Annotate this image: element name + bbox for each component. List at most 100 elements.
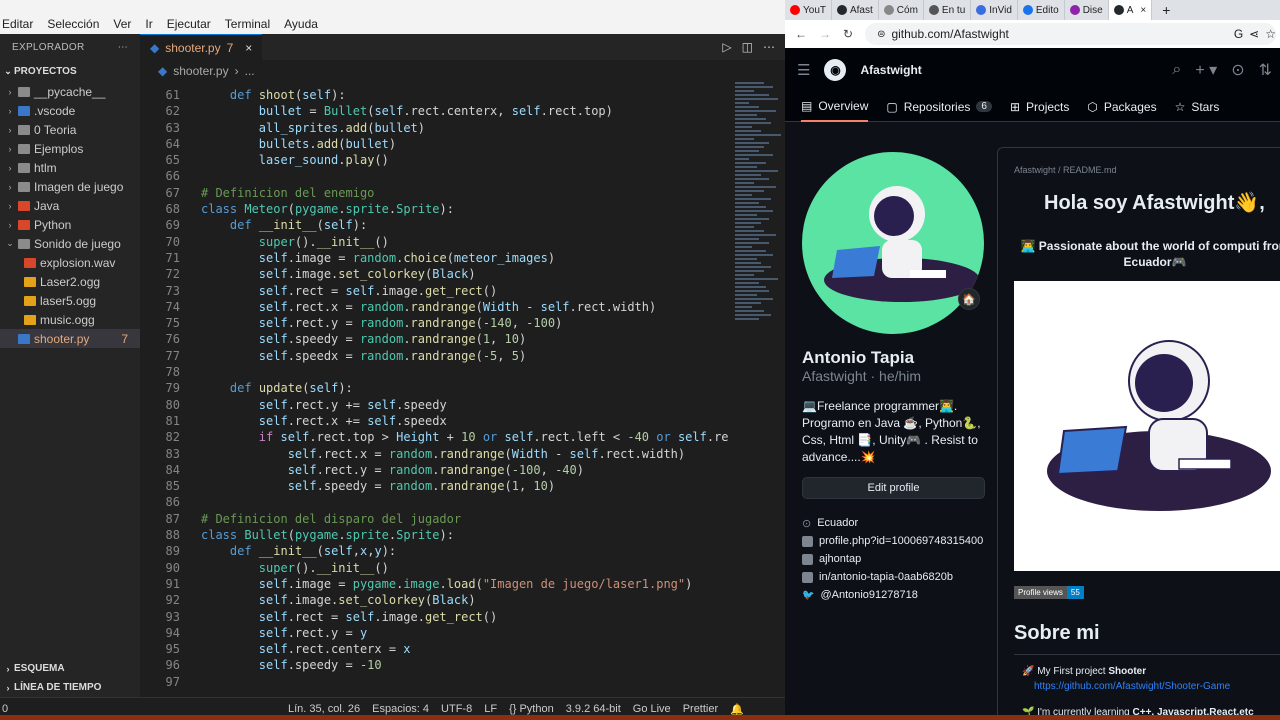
header-username[interactable]: Afastwight	[860, 63, 921, 77]
code-line[interactable]: 68 class Meteor(pygame.sprite.Sprite):	[140, 201, 740, 217]
tree-item[interactable]: shooter.py 7	[0, 329, 140, 348]
code-line[interactable]: 91 self.image = pygame.image.load("Image…	[140, 576, 740, 592]
hamburger-menu-icon[interactable]: ☰	[797, 61, 810, 79]
code-line[interactable]: 84 self.rect.y = random.randrange(-100, …	[140, 462, 740, 478]
tree-item[interactable]: Laser2.ogg	[0, 272, 140, 291]
browser-tab[interactable]: Afast	[832, 0, 879, 20]
code-line[interactable]: 93 self.rect = self.image.get_rect()	[140, 609, 740, 625]
code-line[interactable]: 85 self.speedy = random.randrange(1, 10)	[140, 478, 740, 494]
readme-path[interactable]: Afastwight / README.md	[1014, 165, 1117, 175]
code-line[interactable]: 79 def update(self):	[140, 380, 740, 396]
browser-tab[interactable]: Dise	[1065, 0, 1109, 20]
code-line[interactable]: 95 self.rect.centerx = x	[140, 641, 740, 657]
timeline-section[interactable]: › LÍNEA DE TIEMPO	[0, 678, 140, 697]
tree-item[interactable]: explosion.wav	[0, 253, 140, 272]
twitter-link[interactable]: @Antonio91278718	[820, 589, 917, 601]
minimap[interactable]	[735, 82, 783, 412]
code-line[interactable]: 61 def shoot(self):	[140, 87, 740, 103]
code-line[interactable]: 94 self.rect.y = y	[140, 625, 740, 641]
code-line[interactable]: 72 self.image.set_colorkey(Black)	[140, 266, 740, 282]
code-line[interactable]: 64 bullets.add(bullet)	[140, 136, 740, 152]
browser-tab[interactable]: A ×	[1108, 0, 1153, 20]
tree-item[interactable]: ⌄ Sonido de juego	[0, 234, 140, 253]
menu-editar[interactable]: Editar	[0, 17, 35, 31]
tab-overview[interactable]: ▤ Overview	[801, 92, 869, 122]
bell-icon[interactable]: 🔔	[730, 703, 744, 716]
breadcrumb-file[interactable]: shooter.py	[173, 64, 228, 78]
issues-icon[interactable]: ⊙	[1231, 60, 1244, 80]
browser-tab[interactable]: YouT	[785, 0, 832, 20]
code-line[interactable]: 80 self.rect.y += self.speedy	[140, 397, 740, 413]
site-info-icon[interactable]: ⊜	[877, 29, 885, 40]
tab-stars[interactable]: ☆ Stars	[1175, 92, 1220, 122]
new-tab-button[interactable]: +	[1152, 2, 1180, 18]
status-cursor[interactable]: Lín. 35, col. 26	[288, 703, 360, 715]
google-icon[interactable]: G	[1234, 27, 1243, 41]
code-line[interactable]: 78	[140, 364, 740, 380]
run-icon[interactable]: ▷	[722, 40, 731, 54]
code-line[interactable]: 73 self.rect = self.image.get_rect()	[140, 283, 740, 299]
status-golive[interactable]: Go Live	[633, 703, 671, 715]
facebook-link[interactable]: profile.php?id=100069748315400	[819, 535, 983, 547]
code-line[interactable]: 83 self.rect.x = random.randrange(Width …	[140, 446, 740, 462]
code-line[interactable]: 69 def __init__(self):	[140, 217, 740, 233]
code-line[interactable]: 97	[140, 674, 740, 690]
close-icon[interactable]: ×	[1140, 5, 1146, 16]
browser-tab[interactable]: Cóm	[879, 0, 924, 20]
shooter-game-link[interactable]: https://github.com/Afastwight/Shooter-Ga…	[1034, 681, 1230, 692]
code-line[interactable]: 71 self.image = random.choice(meteor_ima…	[140, 250, 740, 266]
code-line[interactable]: 76 self.speedy = random.randrange(1, 10)	[140, 331, 740, 347]
code-line[interactable]: 74 self.rect.x = random.randrange(Width …	[140, 299, 740, 315]
edit-profile-button[interactable]: Edit profile	[802, 477, 985, 499]
tree-item[interactable]: › htlm	[0, 158, 140, 177]
tree-item[interactable]: music.ogg	[0, 310, 140, 329]
linkedin-link[interactable]: in/antonio-tapia-0aab6820b	[819, 571, 953, 583]
back-icon[interactable]: ←	[795, 27, 807, 41]
menu-ver[interactable]: Ver	[111, 17, 133, 31]
menu-ejecutar[interactable]: Ejecutar	[165, 17, 213, 31]
status-interpreter[interactable]: 3.9.2 64-bit	[566, 703, 621, 715]
code-line[interactable]: 89 def __init__(self,x,y):	[140, 543, 740, 559]
tree-item[interactable]: › Java	[0, 196, 140, 215]
menu-terminal[interactable]: Terminal	[223, 17, 272, 31]
code-editor[interactable]: 61 def shoot(self): 62 bullet = Bullet(se…	[140, 87, 740, 690]
instagram-link[interactable]: ajhontap	[819, 553, 861, 565]
browser-tab[interactable]: En tu	[924, 0, 972, 20]
status-indent[interactable]: Espacios: 4	[372, 703, 429, 715]
breadcrumb-more[interactable]: ...	[245, 64, 255, 78]
tree-item[interactable]: › Python	[0, 215, 140, 234]
menu-ir[interactable]: Ir	[143, 17, 154, 31]
search-icon[interactable]: ⌕	[1172, 61, 1181, 79]
code-line[interactable]: 82 if self.rect.top > Height + 10 or sel…	[140, 429, 740, 445]
code-line[interactable]: 92 self.image.set_colorkey(Black)	[140, 592, 740, 608]
menu-ayuda[interactable]: Ayuda	[282, 17, 320, 31]
more-actions-icon[interactable]: ⋯	[763, 40, 775, 54]
status-errors[interactable]: 0	[2, 703, 8, 715]
status-emoji-icon[interactable]: 🏠	[958, 288, 980, 310]
status-language[interactable]: {} Python	[509, 703, 554, 715]
status-prettier[interactable]: Prettier	[683, 703, 718, 715]
create-new-icon[interactable]: + ▾	[1195, 60, 1217, 80]
code-line[interactable]: 66	[140, 168, 740, 184]
bookmark-star-icon[interactable]: ☆	[1265, 27, 1276, 41]
facebook-row[interactable]: profile.php?id=100069748315400	[802, 532, 983, 550]
tree-item[interactable]: › __pycache__	[0, 82, 140, 101]
tree-item[interactable]: › Imagen de juego	[0, 177, 140, 196]
github-logo-icon[interactable]: ◉	[824, 59, 847, 81]
tab-projects[interactable]: ⊞ Projects	[1010, 92, 1069, 122]
code-line[interactable]: 87 # Definicion del disparo del jugador	[140, 511, 740, 527]
status-eol[interactable]: LF	[484, 703, 497, 715]
code-line[interactable]: 63 all_sprites.add(bullet)	[140, 120, 740, 136]
code-line[interactable]: 77 self.speedx = random.randrange(-5, 5)	[140, 348, 740, 364]
twitter-row[interactable]: 🐦 @Antonio91278718	[802, 586, 983, 604]
instagram-row[interactable]: ajhontap	[802, 550, 983, 568]
more-actions-icon[interactable]: ⋯	[118, 42, 128, 53]
menu-seleccion[interactable]: Selección	[45, 17, 101, 31]
tree-item[interactable]: laser5.ogg	[0, 291, 140, 310]
close-icon[interactable]: ×	[245, 41, 252, 55]
forward-icon[interactable]: →	[819, 27, 831, 41]
code-line[interactable]: 81 self.rect.x += self.speedx	[140, 413, 740, 429]
code-line[interactable]: 75 self.rect.y = random.randrange(-140, …	[140, 315, 740, 331]
outline-section[interactable]: › ESQUEMA	[0, 659, 140, 678]
avatar[interactable]	[802, 152, 984, 334]
